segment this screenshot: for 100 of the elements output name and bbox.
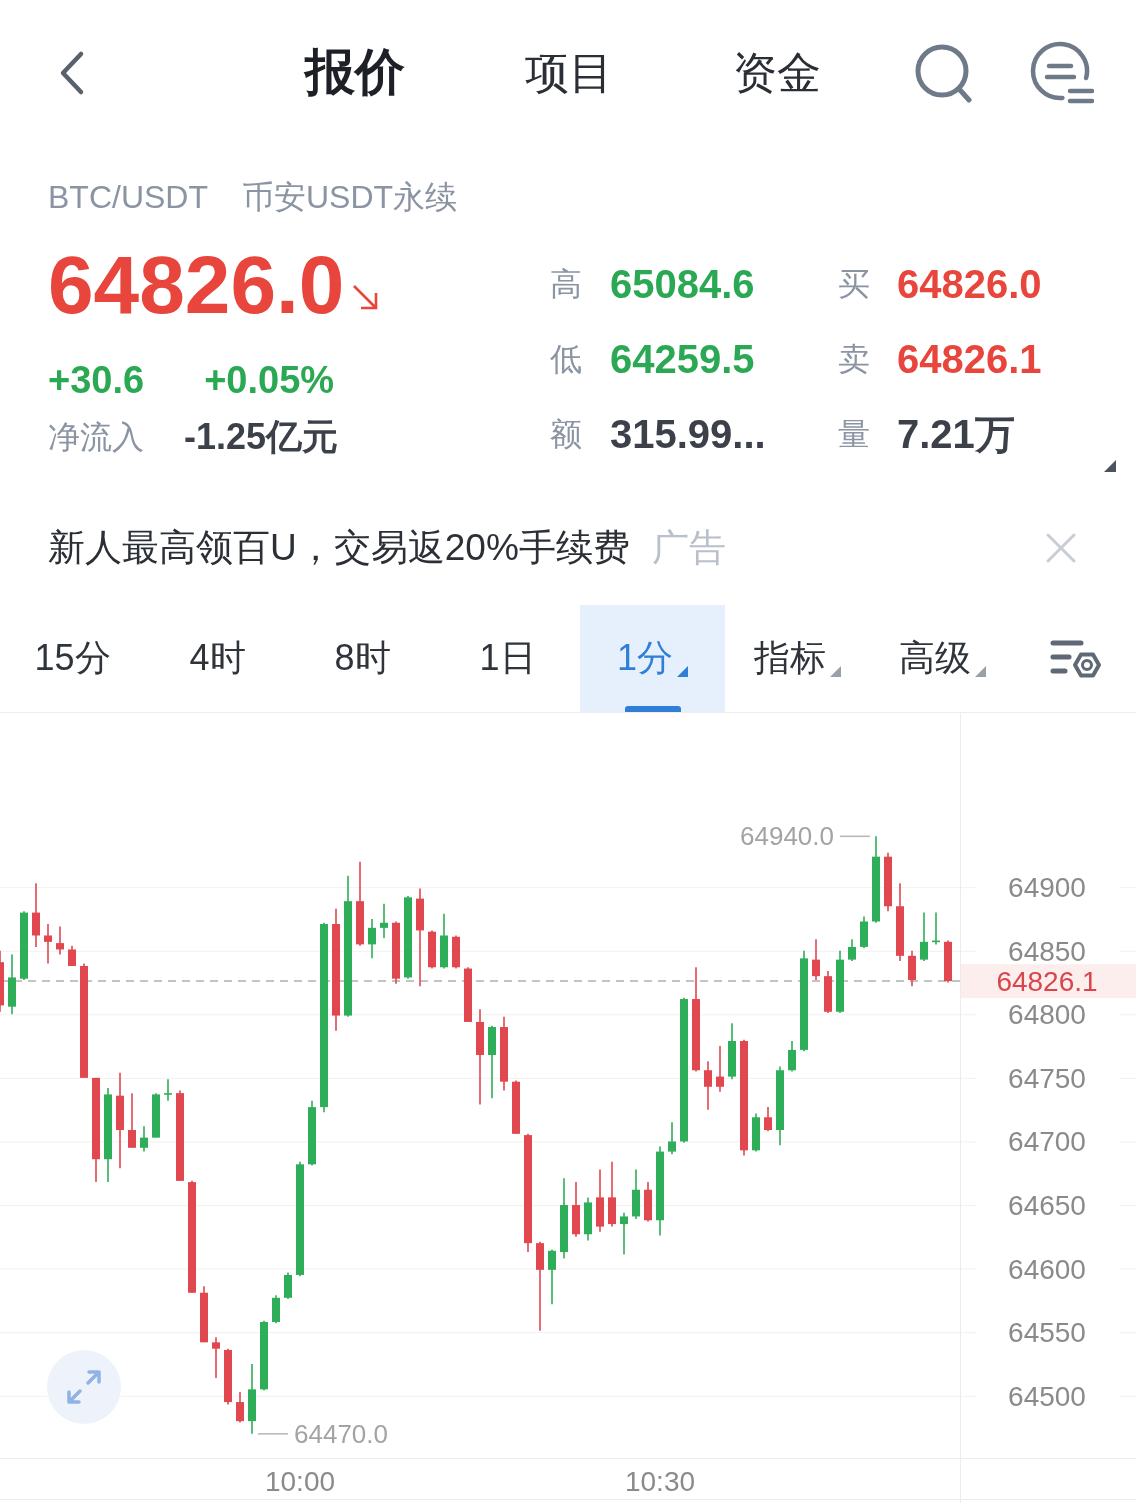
interval-tab[interactable]: 指标 xyxy=(725,605,870,712)
stat-label: 卖 xyxy=(838,339,870,379)
last-price-tag: 64826.1 xyxy=(961,964,1136,999)
trading-pair: BTC/USDT xyxy=(48,178,208,217)
leader-line xyxy=(839,835,871,838)
nav-tab[interactable]: 资金 xyxy=(723,43,831,102)
y-axis-label: 64700 xyxy=(1008,1126,1086,1158)
candle xyxy=(152,1092,160,1139)
stat-label: 额 xyxy=(550,414,582,454)
candle xyxy=(572,1181,580,1238)
interval-tab[interactable]: 1日 xyxy=(435,605,580,712)
stat-value: 64826.1 xyxy=(897,337,1042,382)
market-name: 币安USDT永续 xyxy=(242,178,458,217)
candle xyxy=(596,1168,604,1233)
candle xyxy=(752,1112,760,1153)
ref-line-label: 64826.1 xyxy=(996,966,1098,998)
candle xyxy=(884,852,892,913)
nav-tab[interactable]: 项目 xyxy=(515,43,623,102)
selected-underline xyxy=(625,706,681,712)
leader-line xyxy=(257,1433,289,1435)
interval-tab[interactable]: 15分 xyxy=(0,605,145,712)
interval-tab[interactable]: 高级 xyxy=(870,605,1015,712)
stat-value: 64259.5 xyxy=(610,337,755,382)
interval-tab[interactable]: 1分 xyxy=(580,605,725,712)
candle xyxy=(512,1079,520,1135)
candle xyxy=(764,1106,772,1133)
price-annotation: 64940.0 xyxy=(740,821,834,852)
candle xyxy=(836,949,844,1014)
candle xyxy=(644,1181,652,1223)
promo-text[interactable]: 新人最高领百U，交易返20%手续费 xyxy=(48,522,630,573)
candle xyxy=(164,1078,172,1102)
candle xyxy=(620,1211,628,1256)
y-axis-label: 64650 xyxy=(1008,1190,1086,1221)
candle xyxy=(704,1060,712,1111)
stat-value: 315.99... xyxy=(610,412,766,457)
candle xyxy=(284,1271,292,1300)
candle xyxy=(380,902,388,939)
x-axis-label: 10:30 xyxy=(624,1466,696,1497)
price-change: +30.6 xyxy=(48,358,145,402)
menu-icon[interactable] xyxy=(1030,40,1094,105)
candle xyxy=(0,949,4,1013)
ad-label: 广告 xyxy=(651,525,726,570)
candle xyxy=(848,938,856,962)
corner-triangle-icon[interactable] xyxy=(1104,460,1116,472)
candle xyxy=(140,1125,148,1153)
candle xyxy=(716,1045,724,1093)
y-axis-label: 64900 xyxy=(1008,872,1086,904)
candle xyxy=(224,1347,232,1406)
nav-tab[interactable]: 报价 xyxy=(295,40,415,105)
x-axis-label: 10:00 xyxy=(264,1466,336,1497)
candle xyxy=(44,923,52,965)
net-inflow-label: 净流入 xyxy=(48,418,144,457)
candle xyxy=(56,925,64,956)
net-inflow-value: -1.25亿元 xyxy=(184,415,339,459)
candle xyxy=(608,1161,616,1228)
candle xyxy=(212,1336,220,1379)
candle xyxy=(428,929,436,970)
stat-value: 7.21万 xyxy=(897,411,1015,458)
y-axis-label: 64600 xyxy=(1008,1253,1086,1285)
candle xyxy=(548,1248,556,1305)
interval-tab[interactable]: 4时 xyxy=(145,605,290,712)
y-axis-label: 64550 xyxy=(1008,1317,1086,1349)
candle xyxy=(200,1285,208,1344)
candle xyxy=(920,911,928,962)
candle xyxy=(20,910,28,981)
candle xyxy=(392,920,400,985)
candle xyxy=(464,966,472,1023)
candle xyxy=(308,1099,316,1167)
y-axis-label: 64800 xyxy=(1008,999,1086,1031)
candle xyxy=(812,938,820,981)
stat-label: 高 xyxy=(550,264,582,304)
candle xyxy=(860,915,868,949)
y-axis-label: 64500 xyxy=(1008,1380,1086,1412)
candle xyxy=(584,1196,592,1242)
stat-value: 65084.6 xyxy=(610,262,755,307)
percent-change: +0.05% xyxy=(204,358,335,402)
stat-label: 低 xyxy=(550,339,582,379)
candle xyxy=(368,918,376,960)
candle xyxy=(788,1040,796,1073)
search-icon[interactable] xyxy=(914,42,972,103)
stat-label: 量 xyxy=(838,414,870,454)
candle xyxy=(668,1121,676,1155)
candle xyxy=(8,953,16,1016)
y-axis-label: 64850 xyxy=(1008,935,1086,967)
candle xyxy=(632,1168,640,1220)
candle xyxy=(236,1391,244,1424)
price-annotation: 64470.0 xyxy=(294,1418,388,1449)
candle xyxy=(68,944,76,967)
candle xyxy=(932,911,940,946)
candle xyxy=(824,970,832,1014)
stat-value: 64826.0 xyxy=(897,262,1042,307)
back-icon[interactable] xyxy=(58,49,86,96)
candle xyxy=(728,1022,736,1080)
interval-tab[interactable]: 8时 xyxy=(290,605,435,712)
candle xyxy=(908,949,916,988)
candle xyxy=(272,1294,280,1325)
stat-label: 买 xyxy=(838,264,870,304)
candle xyxy=(452,934,460,970)
y-axis-label: 64750 xyxy=(1008,1062,1086,1094)
candle xyxy=(440,913,448,970)
